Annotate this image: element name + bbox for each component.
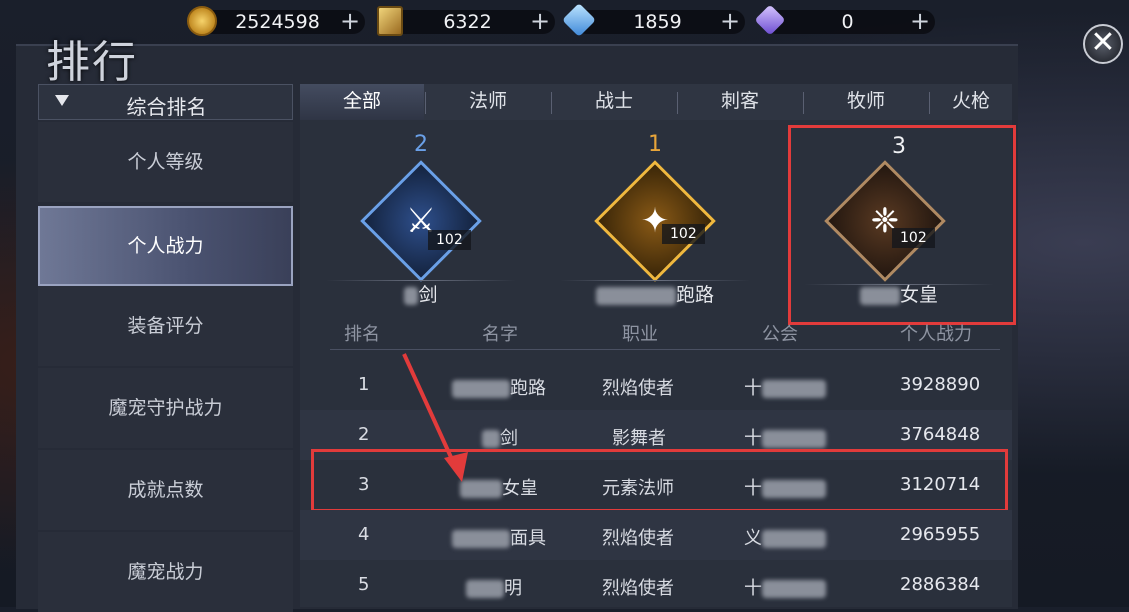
annotation-arrow-icon (402, 353, 468, 482)
